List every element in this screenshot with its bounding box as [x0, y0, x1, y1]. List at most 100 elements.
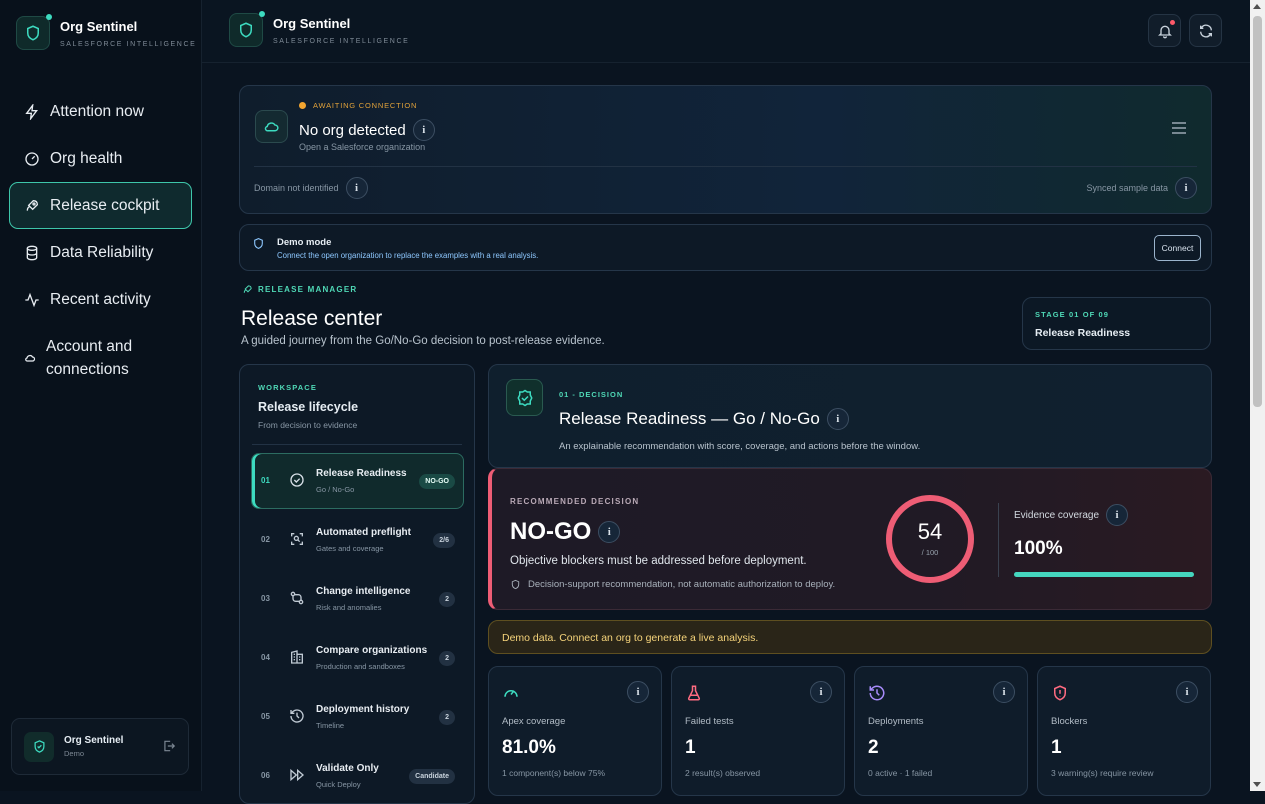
- rocket-icon: [243, 285, 252, 293]
- sidebar-item-recent-activity[interactable]: Recent activity: [9, 276, 192, 323]
- score-ring: 54 / 100: [884, 493, 976, 585]
- info-icon[interactable]: i: [598, 521, 621, 543]
- info-icon[interactable]: i: [627, 681, 649, 703]
- stat-label: Blockers: [1051, 716, 1088, 727]
- sidebar-brand[interactable]: Org Sentinel SALESFORCE INTELLIGENCE: [16, 14, 196, 50]
- step-number: 06: [261, 771, 270, 780]
- notifications-button[interactable]: [1148, 14, 1181, 47]
- evidence-label: Evidence coverage i: [1014, 504, 1129, 526]
- info-icon[interactable]: i: [1106, 504, 1129, 526]
- sidebar-item-data-reliability[interactable]: Data Reliability: [9, 229, 192, 276]
- recommendation-eyebrow: RECOMMENDED DECISION: [510, 497, 640, 506]
- sidebar-item-org-health[interactable]: Org health: [9, 135, 192, 182]
- step-compare-organizations[interactable]: 04 Compare organizations Production and …: [251, 630, 464, 686]
- demo-warning: Demo data. Connect an org to generate a …: [488, 620, 1212, 654]
- info-icon[interactable]: i: [1175, 177, 1197, 199]
- decision-title: Release Readiness — Go / No-Go i: [559, 408, 849, 430]
- step-release-readiness[interactable]: 01 Release Readiness Go / No-Go NO-GO: [251, 453, 464, 509]
- info-icon[interactable]: i: [1176, 681, 1198, 703]
- connect-button[interactable]: Connect: [1154, 235, 1201, 261]
- decision-header: 01 - DECISION Release Readiness — Go / N…: [488, 364, 1212, 468]
- refresh-icon: [1199, 24, 1212, 37]
- history-icon: [290, 709, 304, 723]
- connection-subtitle: Open a Salesforce organization: [299, 142, 426, 152]
- topbar-brand[interactable]: Org Sentinel SALESFORCE INTELLIGENCE: [229, 11, 409, 47]
- stage-label: STAGE 01 OF 09: [1035, 310, 1110, 319]
- step-badge: Candidate: [409, 769, 455, 784]
- check-badge-icon: [506, 379, 543, 416]
- connection-status: AWAITING CONNECTION: [299, 101, 417, 110]
- step-badge: 2: [439, 592, 455, 607]
- scroll-down-arrow[interactable]: [1253, 782, 1261, 787]
- brand-title: Org Sentinel: [273, 15, 351, 31]
- info-icon[interactable]: i: [810, 681, 832, 703]
- scrollbar-thumb[interactable]: [1253, 16, 1262, 407]
- divider: [998, 503, 999, 577]
- user-name: Org Sentinel: [64, 735, 124, 746]
- gauge-icon: [25, 151, 39, 166]
- step-validate-only[interactable]: 06 Validate Only Quick Deploy Candidate: [251, 748, 464, 804]
- user-box[interactable]: Org Sentinel Demo: [11, 718, 189, 775]
- stage-name: Release Readiness: [1035, 327, 1131, 339]
- cloud-icon: [255, 110, 288, 143]
- step-deployment-history[interactable]: 05 Deployment history Timeline 2: [251, 689, 464, 745]
- stage-indicator: STAGE 01 OF 09 Release Readiness: [1022, 297, 1211, 350]
- verdict: NO-GO i: [510, 518, 621, 546]
- stat-detail: 3 warning(s) require review: [1051, 768, 1154, 778]
- demo-text: Connect the open organization to replace…: [277, 251, 539, 260]
- menu-icon[interactable]: [1171, 121, 1187, 135]
- shield-icon: [511, 579, 520, 590]
- domain-status: Domain not identified i: [254, 177, 368, 199]
- score-max: / 100: [921, 548, 939, 557]
- stat-apex-coverage: i Apex coverage 81.0% 1 component(s) bel…: [488, 666, 662, 796]
- divider: [252, 444, 462, 445]
- logout-icon[interactable]: [162, 739, 176, 753]
- verdict-note: Decision-support recommendation, not aut…: [510, 579, 835, 590]
- recommendation-card: RECOMMENDED DECISION NO-GO i Objective b…: [488, 468, 1212, 610]
- sidebar-item-label: Data Reliability: [50, 243, 154, 261]
- bolt-icon: [25, 103, 38, 120]
- history-icon: [869, 685, 885, 701]
- decision-subtitle: An explainable recommendation with score…: [559, 441, 921, 452]
- evidence-progress: [1014, 572, 1194, 577]
- stat-detail: 0 active · 1 failed: [868, 768, 933, 778]
- step-subtitle: Gates and coverage: [316, 544, 384, 553]
- shield-icon: [254, 238, 263, 249]
- stat-detail: 1 component(s) below 75%: [502, 768, 606, 778]
- activity-icon: [25, 292, 39, 307]
- sidebar-nav: Attention now Org health Release cockpit…: [9, 88, 192, 393]
- check-circle-icon: [290, 473, 304, 487]
- sidebar-item-account-connections[interactable]: Account and connections: [9, 323, 192, 393]
- step-change-intelligence[interactable]: 03 Change intelligence Risk and anomalie…: [251, 571, 464, 627]
- step-badge: NO-GO: [419, 474, 455, 489]
- bell-icon: [1157, 25, 1172, 38]
- connection-title: No org detected i: [299, 119, 435, 141]
- scan-icon: [291, 533, 303, 545]
- step-title: Validate Only: [316, 763, 379, 774]
- scrollbar[interactable]: [1250, 0, 1265, 791]
- workspace-panel: WORKSPACE Release lifecycle From decisio…: [239, 364, 475, 804]
- shield-logo-icon: [229, 11, 265, 47]
- step-badge: 2: [439, 651, 455, 666]
- sidebar-item-attention-now[interactable]: Attention now: [9, 88, 192, 135]
- step-automated-preflight[interactable]: 02 Automated preflight Gates and coverag…: [251, 512, 464, 568]
- info-icon[interactable]: i: [993, 681, 1015, 703]
- info-icon[interactable]: i: [826, 408, 849, 430]
- shield-avatar-icon: [24, 731, 54, 762]
- sync-status: Synced sample data i: [1086, 177, 1197, 199]
- stat-value: 1: [1051, 737, 1062, 758]
- fast-forward-icon: [290, 768, 305, 782]
- scroll-up-arrow[interactable]: [1253, 4, 1261, 9]
- sidebar-item-release-cockpit[interactable]: Release cockpit: [9, 182, 192, 229]
- step-title: Automated preflight: [316, 527, 411, 538]
- sidebar-item-label: Release cockpit: [50, 196, 160, 214]
- stat-value: 1: [685, 737, 696, 758]
- step-subtitle: Risk and anomalies: [316, 603, 382, 612]
- step-number: 04: [261, 653, 270, 662]
- refresh-button[interactable]: [1189, 14, 1222, 47]
- step-subtitle: Timeline: [316, 721, 345, 730]
- info-icon[interactable]: i: [412, 119, 435, 141]
- sidebar-item-label: Account and connections: [46, 338, 133, 378]
- info-icon[interactable]: i: [345, 177, 368, 199]
- stat-label: Apex coverage: [502, 716, 566, 727]
